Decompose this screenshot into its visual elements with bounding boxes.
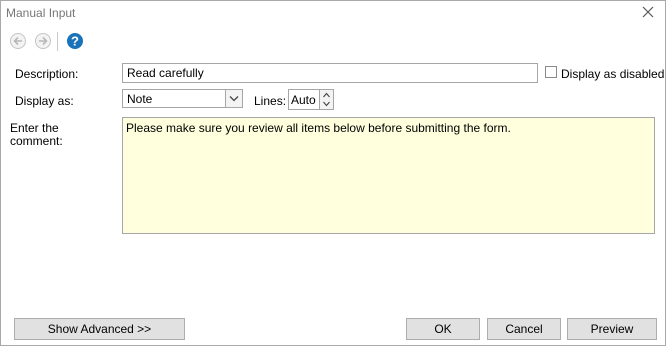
chevron-down-icon[interactable] xyxy=(225,90,242,107)
display-disabled-checkbox[interactable] xyxy=(545,66,557,78)
ok-button[interactable]: OK xyxy=(406,318,480,340)
display-as-value: Note xyxy=(127,92,153,106)
display-disabled-label: Display as disabled xyxy=(561,67,665,81)
comment-label-line2: comment: xyxy=(10,134,63,148)
toolbar-separator xyxy=(57,32,58,51)
description-label: Description: xyxy=(15,67,79,81)
cancel-button[interactable]: Cancel xyxy=(487,318,561,340)
stepper-arrows[interactable] xyxy=(319,90,333,109)
lines-value: Auto xyxy=(291,93,316,107)
close-icon[interactable] xyxy=(641,5,655,19)
display-as-label: Display as: xyxy=(15,94,74,108)
window-title: Manual Input xyxy=(6,6,76,20)
show-advanced-button[interactable]: Show Advanced >> xyxy=(14,318,185,340)
description-input[interactable]: Read carefully xyxy=(122,63,538,83)
comment-label-line1: Enter the xyxy=(10,121,59,135)
forward-arrow-icon[interactable] xyxy=(34,32,52,50)
comment-textarea[interactable]: Please make sure you review all items be… xyxy=(122,117,655,234)
manual-input-dialog: Manual Input ? Description: Read careful… xyxy=(0,0,666,346)
back-arrow-icon[interactable] xyxy=(9,32,27,50)
display-as-dropdown[interactable]: Note xyxy=(122,89,243,108)
lines-label: Lines: xyxy=(254,94,287,108)
preview-button[interactable]: Preview xyxy=(567,318,657,340)
lines-stepper[interactable]: Auto xyxy=(288,89,334,110)
help-icon[interactable]: ? xyxy=(66,32,84,50)
svg-text:?: ? xyxy=(71,34,79,49)
